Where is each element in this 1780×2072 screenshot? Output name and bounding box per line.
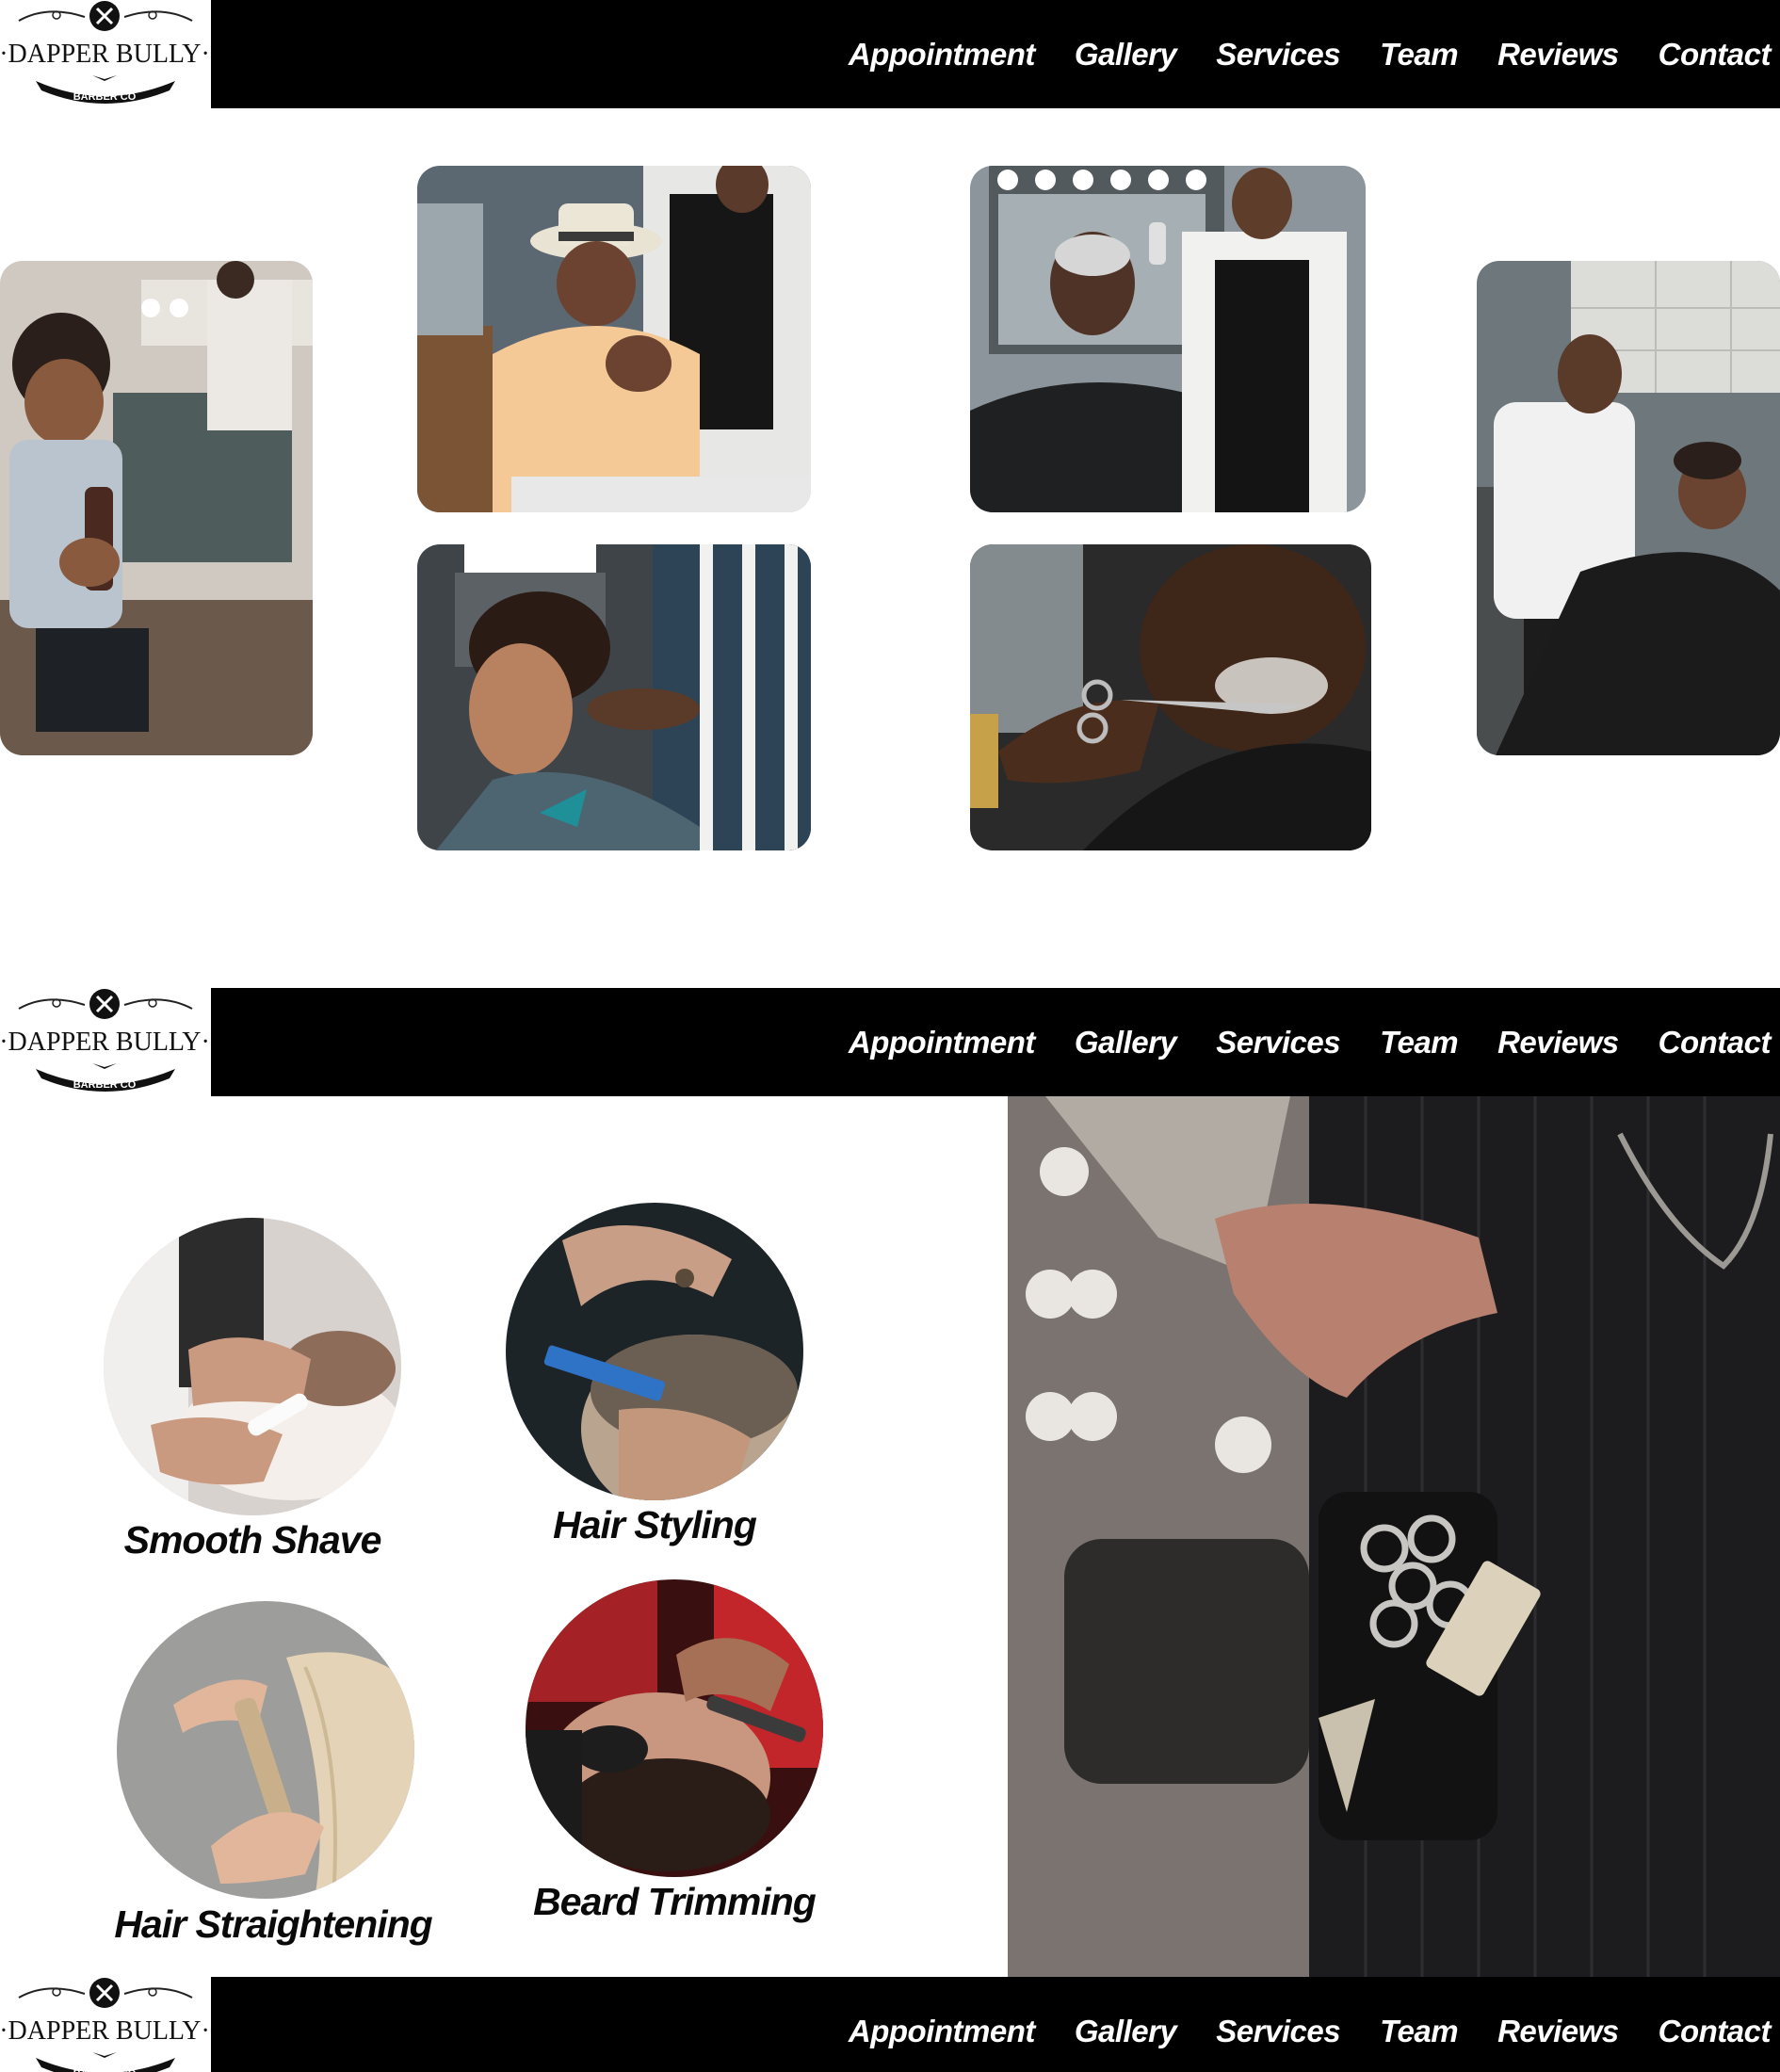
barber-tools-photo [1008, 1096, 1780, 1977]
smooth-shave-photo[interactable] [104, 1218, 401, 1515]
nav-reviews[interactable]: Reviews [1497, 37, 1619, 73]
nav-contact[interactable]: Contact [1659, 1025, 1772, 1060]
man-in-hat-photo [417, 166, 811, 512]
brand-logo[interactable]: ·DAPPER BULLY· BARBER CO [0, 1977, 211, 2072]
nav-services[interactable]: Services [1216, 37, 1340, 73]
nav-services[interactable]: Services [1216, 1025, 1340, 1060]
beard-trimming-photo[interactable] [526, 1579, 823, 1877]
brand-name: ·DAPPER BULLY· [0, 2016, 210, 2046]
nav-gallery[interactable]: Gallery [1075, 37, 1177, 73]
service-hair-straightening-label: Hair Straightening [114, 1902, 432, 1946]
nav-reviews[interactable]: Reviews [1497, 1025, 1619, 1060]
nav-appointment[interactable]: Appointment [849, 2014, 1035, 2049]
boy-with-brush-photo [0, 261, 313, 755]
teen-haircut-photo [417, 544, 811, 850]
site-header-footer: ·DAPPER BULLY· BARBER CO Appointment Gal… [0, 1977, 1780, 2072]
brand-logo[interactable]: ·DAPPER BULLY· BARBER CO [0, 988, 211, 1096]
page: ·DAPPER BULLY· BARBER CO Appointment Gal… [0, 0, 1780, 2072]
beard-scissors-photo [970, 544, 1371, 850]
service-hair-styling-label: Hair Styling [553, 1503, 757, 1546]
brand-name: ·DAPPER BULLY· [0, 40, 210, 69]
nav-reviews[interactable]: Reviews [1497, 2014, 1619, 2049]
service-beard-trimming-label: Beard Trimming [533, 1880, 817, 1923]
nav-contact[interactable]: Contact [1659, 37, 1772, 73]
service-smooth-shave-label: Smooth Shave [123, 1518, 382, 1562]
brand-tagline: BARBER CO [73, 2068, 137, 2072]
hair-styling-photo[interactable] [506, 1203, 803, 1500]
brand-name: ·DAPPER BULLY· [0, 1028, 210, 1057]
nav-appointment[interactable]: Appointment [849, 37, 1035, 73]
barber-with-boy-photo [1477, 261, 1780, 755]
main-nav: Appointment Gallery Services Team Review… [809, 0, 1772, 108]
site-header-services: ·DAPPER BULLY· BARBER CO Appointment Gal… [0, 988, 1780, 1096]
nav-gallery[interactable]: Gallery [1075, 1025, 1177, 1060]
site-header: ·DAPPER BULLY· BARBER CO Appointment Gal… [0, 0, 1780, 108]
nav-services[interactable]: Services [1216, 2014, 1340, 2049]
nav-team[interactable]: Team [1380, 2014, 1458, 2049]
nav-contact[interactable]: Contact [1659, 2014, 1772, 2049]
elder-man-smiling-photo [970, 166, 1366, 512]
nav-team[interactable]: Team [1380, 1025, 1458, 1060]
main-nav: Appointment Gallery Services Team Review… [809, 988, 1772, 1096]
nav-appointment[interactable]: Appointment [849, 1025, 1035, 1060]
brand-tagline: BARBER CO [73, 1079, 137, 1091]
nav-team[interactable]: Team [1380, 37, 1458, 73]
nav-gallery[interactable]: Gallery [1075, 2014, 1177, 2049]
brand-tagline: BARBER CO [73, 91, 137, 103]
hair-straightening-photo[interactable] [117, 1601, 414, 1899]
main-nav: Appointment Gallery Services Team Review… [809, 1977, 1772, 2072]
brand-logo[interactable]: ·DAPPER BULLY· BARBER CO [0, 0, 211, 108]
